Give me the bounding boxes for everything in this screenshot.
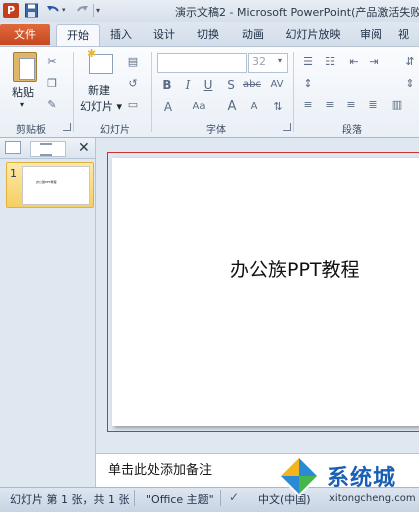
font-size-chevron-icon[interactable]: ▾ bbox=[278, 56, 282, 65]
paste-button[interactable]: 粘贴 bbox=[12, 84, 34, 100]
outline-tab-icon bbox=[40, 143, 52, 156]
paste-sheet-icon bbox=[19, 58, 35, 80]
status-divider bbox=[134, 490, 135, 506]
font-launcher-icon[interactable] bbox=[283, 123, 291, 131]
clear-formatting-button[interactable]: A bbox=[160, 98, 176, 116]
status-theme: "Office 主题" bbox=[146, 493, 214, 506]
tab-insert[interactable]: 插入 bbox=[106, 24, 136, 45]
slide-title-text[interactable]: 办公族PPT教程 bbox=[230, 255, 360, 282]
align-text-icon[interactable]: ⇕ bbox=[402, 77, 418, 91]
status-divider bbox=[220, 490, 221, 506]
font-size-value: 32 bbox=[252, 55, 266, 68]
watermark-url: xitongcheng.com bbox=[329, 493, 416, 504]
slide-canvas[interactable] bbox=[112, 158, 419, 426]
line-spacing-icon[interactable]: ↕ bbox=[300, 77, 316, 91]
clipboard-group-label: 剪贴板 bbox=[16, 125, 46, 136]
undo-dropdown-chevron-icon[interactable]: ▾ bbox=[62, 3, 70, 18]
font-name-select[interactable] bbox=[157, 53, 247, 73]
tab-home[interactable]: 开始 bbox=[56, 24, 100, 47]
watermark-logo-icon bbox=[278, 455, 320, 497]
reset-icon[interactable]: ↺ bbox=[126, 77, 140, 91]
new-slide-dropdown[interactable]: 幻灯片 ▾ bbox=[80, 98, 122, 114]
tab-file[interactable]: 文件 bbox=[0, 24, 50, 45]
clipboard-launcher-icon[interactable] bbox=[63, 123, 71, 131]
copy-icon[interactable]: ❐ bbox=[45, 77, 59, 91]
tab-animations[interactable]: 动画 bbox=[238, 24, 268, 45]
tab-design[interactable]: 设计 bbox=[149, 24, 179, 45]
group-divider bbox=[73, 52, 74, 132]
format-painter-icon[interactable]: ✎ bbox=[45, 98, 59, 112]
text-direction-icon[interactable]: ⇵ bbox=[402, 55, 418, 69]
slides-tab-icon[interactable] bbox=[5, 141, 21, 154]
status-slide-info: 幻灯片 第 1 张，共 1 张 bbox=[10, 493, 130, 506]
section-icon[interactable]: ▭ bbox=[126, 98, 140, 112]
shrink-font-button[interactable]: A bbox=[246, 98, 262, 116]
slide-thumbnail-number: 1 bbox=[10, 167, 17, 180]
undo-icon[interactable] bbox=[46, 3, 60, 18]
tab-transitions[interactable]: 切换 bbox=[193, 24, 223, 45]
change-case-button[interactable]: ⇅ bbox=[270, 98, 286, 116]
group-divider bbox=[151, 52, 152, 132]
underline-button[interactable]: U bbox=[200, 76, 216, 94]
slide-thumbnail-title: 办公族PPT教程 bbox=[36, 180, 57, 184]
decrease-indent-icon[interactable]: ⇤ bbox=[346, 55, 362, 69]
qat-divider bbox=[93, 4, 94, 17]
paste-dropdown-chevron-icon[interactable]: ▾ bbox=[20, 100, 24, 109]
align-right-icon[interactable]: ≡ bbox=[343, 98, 359, 112]
columns-icon[interactable]: ▥ bbox=[389, 98, 405, 112]
cut-icon[interactable]: ✂ bbox=[45, 55, 59, 69]
customize-qat-chevron-icon[interactable]: ▾ bbox=[96, 3, 104, 18]
slides-group-label: 幻灯片 bbox=[100, 125, 130, 136]
font-group-label: 字体 bbox=[206, 125, 226, 136]
tab-view[interactable]: 视图 bbox=[398, 24, 419, 62]
increase-indent-icon[interactable]: ⇥ bbox=[366, 55, 382, 69]
italic-button[interactable]: I bbox=[180, 76, 196, 94]
close-pane-icon[interactable]: ✕ bbox=[78, 140, 90, 156]
redo-icon[interactable] bbox=[76, 3, 89, 18]
grow-font-button[interactable]: A bbox=[224, 98, 240, 116]
new-slide-star-icon: ✱ bbox=[87, 47, 97, 60]
new-slide-button[interactable]: 新建 bbox=[88, 82, 110, 98]
bold-button[interactable]: B bbox=[159, 76, 175, 94]
justify-icon[interactable]: ≣ bbox=[365, 98, 381, 112]
align-left-icon[interactable]: ≡ bbox=[300, 98, 316, 112]
bullets-icon[interactable]: ☰ bbox=[300, 55, 316, 69]
group-divider bbox=[293, 52, 294, 132]
tab-review[interactable]: 审阅 bbox=[356, 24, 386, 45]
layout-icon[interactable]: ▤ bbox=[126, 55, 140, 69]
spell-check-icon[interactable]: ✓ bbox=[229, 490, 239, 504]
align-center-icon[interactable]: ≡ bbox=[322, 98, 338, 112]
text-shadow-button[interactable]: S bbox=[223, 76, 239, 94]
font-color-button[interactable]: Aa bbox=[185, 98, 213, 116]
numbering-icon[interactable]: ☷ bbox=[322, 55, 338, 69]
notes-placeholder[interactable]: 单击此处添加备注 bbox=[108, 459, 212, 478]
character-spacing-button[interactable]: AV bbox=[266, 76, 288, 94]
window-title: 演示文稿2 - Microsoft PowerPoint(产品激活失败) bbox=[175, 6, 419, 19]
slide-thumbnail[interactable] bbox=[22, 166, 90, 205]
strikethrough-button[interactable]: abc bbox=[240, 76, 264, 94]
watermark-brand: 系统城 bbox=[327, 466, 397, 491]
powerpoint-app-icon[interactable]: P bbox=[3, 3, 19, 18]
paragraph-group-label: 段落 bbox=[342, 125, 362, 136]
tab-slide-show[interactable]: 幻灯片放映 bbox=[282, 24, 344, 45]
save-icon[interactable] bbox=[25, 3, 38, 18]
